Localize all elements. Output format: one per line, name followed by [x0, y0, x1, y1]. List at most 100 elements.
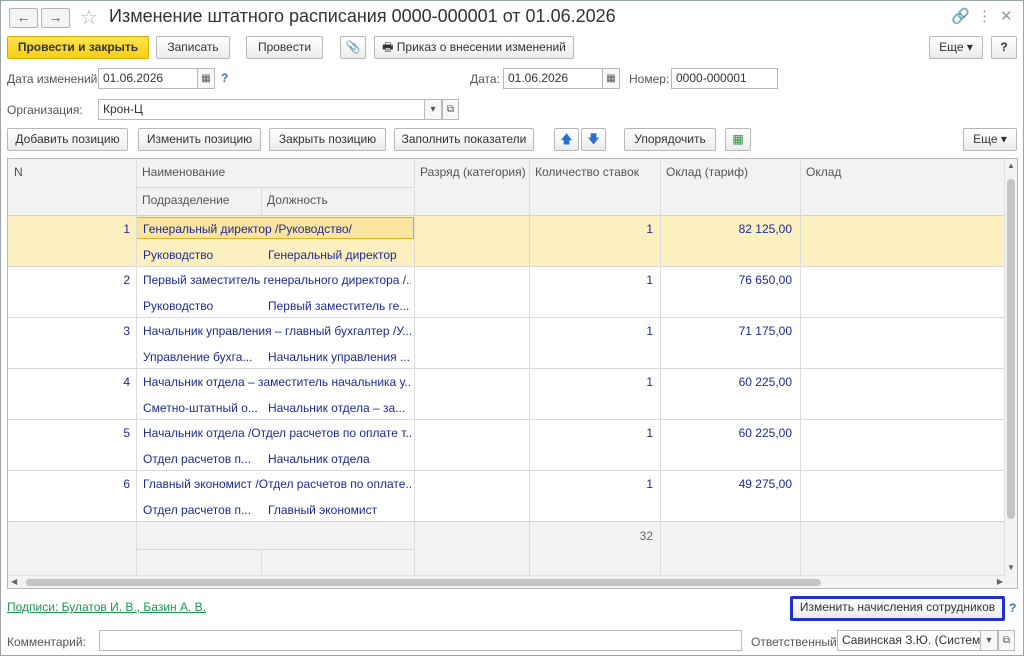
row-3-position[interactable]: Начальник управления ... [268, 350, 410, 364]
row-6-salary[interactable]: 49 275,00 [660, 477, 792, 491]
col-divider [136, 159, 137, 575]
row-5-division[interactable]: Отдел расчетов п... [143, 452, 257, 466]
comment-field[interactable] [99, 630, 742, 651]
responsible-open-button[interactable]: ⧉ [998, 630, 1015, 651]
row-3-rates[interactable]: 1 [529, 324, 653, 338]
row-1-position[interactable]: Генеральный директор [268, 248, 410, 262]
help-button[interactable]: ? [991, 36, 1017, 59]
help-question-icon[interactable]: ? [1009, 601, 1016, 615]
forward-button[interactable]: → [41, 8, 70, 28]
org-label: Организация: [7, 103, 83, 117]
header-salary-tariff[interactable]: Оклад (тариф) [660, 159, 800, 215]
fill-indicators-button[interactable]: Заполнить показатели [394, 128, 534, 151]
help-question-icon[interactable]: ? [221, 71, 228, 85]
back-button[interactable]: ← [9, 8, 38, 28]
post-and-close-button[interactable]: Провести и закрыть [7, 36, 149, 59]
row-6-position[interactable]: Главный экономист [268, 503, 410, 517]
header-division[interactable]: Подразделение [136, 187, 261, 215]
scroll-down-icon[interactable]: ▼ [1007, 563, 1015, 572]
header-salary[interactable]: Оклад [800, 159, 1005, 215]
signatures-link[interactable]: Подписи: Булатов И. В., Базин А. В. [7, 600, 206, 614]
header-rank[interactable]: Разряд (категория) [414, 159, 529, 215]
scroll-up-icon[interactable]: ▲ [1007, 161, 1015, 170]
calendar-button[interactable]: ▦ [198, 68, 215, 89]
row-divider [8, 317, 1005, 318]
row-5-rates[interactable]: 1 [529, 426, 653, 440]
org-dropdown-button[interactable]: ▾ [425, 99, 442, 120]
row-3-name[interactable]: Начальник управления – главный бухгалтер… [143, 324, 411, 338]
close-position-button[interactable]: Закрыть позицию [269, 128, 386, 151]
row-4-n[interactable]: 4 [8, 375, 130, 389]
row-1-salary[interactable]: 82 125,00 [660, 222, 792, 236]
change-accruals-button[interactable]: Изменить начисления сотрудников [790, 596, 1005, 621]
header-subdivider [136, 187, 414, 188]
change-date-field[interactable]: 01.06.2026 [98, 68, 198, 89]
row-5-salary[interactable]: 60 225,00 [660, 426, 792, 440]
date-field[interactable]: 01.06.2026 [503, 68, 603, 89]
responsible-label: Ответственный: [751, 635, 841, 649]
header-name[interactable]: Наименование [136, 159, 414, 187]
row-2-name[interactable]: Первый заместитель генерального директор… [143, 273, 411, 287]
add-position-button[interactable]: Добавить позицию [7, 128, 128, 151]
row-1-n[interactable]: 1 [8, 222, 130, 236]
move-up-button[interactable]: 🡅 [554, 128, 579, 151]
header-rates[interactable]: Количество ставок [529, 159, 660, 215]
attach-button[interactable]: 📎 [340, 36, 366, 59]
horizontal-scrollbar[interactable]: ◀ ▶ [8, 575, 1005, 588]
open-window-icon: ⧉ [446, 104, 455, 115]
row-5-position[interactable]: Начальник отдела [268, 452, 410, 466]
row-2-n[interactable]: 2 [8, 273, 130, 287]
row-1-name[interactable]: Генеральный директор /Руководство/ [143, 222, 411, 236]
more-vertical-icon[interactable]: ⋮ [977, 7, 992, 25]
table-more-button[interactable]: Еще ▾ [963, 128, 1017, 151]
row-4-name[interactable]: Начальник отдела – заместитель начальник… [143, 375, 411, 389]
row-2-position[interactable]: Первый заместитель ге... [268, 299, 410, 313]
sort-button[interactable]: Упорядочить [624, 128, 716, 151]
scroll-left-icon[interactable]: ◀ [11, 577, 17, 586]
calendar-button-2[interactable]: ▦ [603, 68, 620, 89]
positions-table[interactable]: N Наименование Подразделение Должность Р… [7, 158, 1018, 589]
more-button[interactable]: Еще ▾ [929, 36, 983, 59]
org-field[interactable]: Крон-Ц [98, 99, 425, 120]
row-6-name[interactable]: Главный экономист /Отдел расчетов по опл… [143, 477, 411, 491]
row-4-rates[interactable]: 1 [529, 375, 653, 389]
row-6-division[interactable]: Отдел расчетов п... [143, 503, 257, 517]
row-3-salary[interactable]: 71 175,00 [660, 324, 792, 338]
header-position[interactable]: Должность [261, 187, 414, 215]
favorite-star-icon[interactable]: ☆ [80, 5, 98, 30]
table-settings-button[interactable]: ▦ [725, 128, 751, 151]
row-6-rates[interactable]: 1 [529, 477, 653, 491]
row-5-n[interactable]: 5 [8, 426, 130, 440]
row-2-rates[interactable]: 1 [529, 273, 653, 287]
row-5-name[interactable]: Начальник отдела /Отдел расчетов по опла… [143, 426, 411, 440]
row-3-n[interactable]: 3 [8, 324, 130, 338]
row-2-salary[interactable]: 76 650,00 [660, 273, 792, 287]
vertical-scroll-thumb[interactable] [1007, 179, 1015, 519]
row-3-division[interactable]: Управление бухга... [143, 350, 257, 364]
responsible-dropdown-button[interactable]: ▾ [981, 630, 998, 651]
number-field[interactable]: 0000-000001 [671, 68, 778, 89]
header-n[interactable]: N [8, 159, 136, 215]
row-6-n[interactable]: 6 [8, 477, 130, 491]
horizontal-scroll-thumb[interactable] [26, 579, 821, 586]
close-icon[interactable]: ✕ [1000, 7, 1013, 25]
row-1-division[interactable]: Руководство [143, 248, 257, 262]
row-4-position[interactable]: Начальник отдела – за... [268, 401, 410, 415]
col-divider [261, 549, 262, 575]
row-2-division[interactable]: Руководство [143, 299, 257, 313]
order-button[interactable]: 🖶 Приказ о внесении изменений [374, 36, 574, 59]
row-4-salary[interactable]: 60 225,00 [660, 375, 792, 389]
row-4-division[interactable]: Сметно-штатный о... [143, 401, 257, 415]
scroll-right-icon[interactable]: ▶ [997, 577, 1003, 586]
move-down-button[interactable]: 🡇 [581, 128, 606, 151]
org-open-button[interactable]: ⧉ [442, 99, 459, 120]
edit-position-button[interactable]: Изменить позицию [138, 128, 261, 151]
row-1-rates[interactable]: 1 [529, 222, 653, 236]
link-icon[interactable]: 🔗 [951, 7, 970, 25]
vertical-scrollbar[interactable]: ▲ ▼ [1004, 159, 1017, 588]
row-divider [8, 419, 1005, 420]
responsible-field[interactable]: Савинская З.Ю. (Системн [837, 630, 981, 651]
save-button[interactable]: Записать [156, 36, 230, 59]
change-date-label: Дата изменений: [7, 72, 101, 86]
post-button[interactable]: Провести [246, 36, 323, 59]
